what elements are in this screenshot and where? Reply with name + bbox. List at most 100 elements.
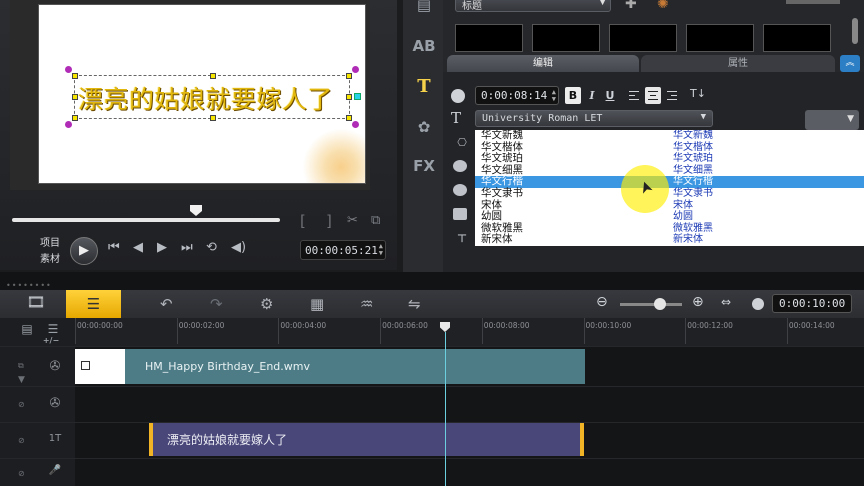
font-list-item[interactable]: 华文隶书 华文隶书 [475,187,864,200]
underline-button[interactable]: U [602,87,618,104]
play-button[interactable]: ▶ [70,237,98,265]
track-manager-icon[interactable]: ⇋ [408,295,421,313]
media-library-icon[interactable]: ▤ [411,0,437,14]
zoom-out-icon[interactable]: ⊖ [596,294,608,310]
italic-button[interactable]: I [584,87,600,104]
add-track-icon[interactable]: +/− [38,336,64,345]
font-list-item[interactable]: 宋体 宋体 [475,199,864,212]
title-preset-thumb[interactable] [532,24,600,52]
graphics-icon[interactable]: ✿ [411,118,437,136]
resize-handle-bl[interactable] [72,115,78,121]
collapse-chevron-icon[interactable]: ︽ [840,55,860,72]
mark-out-button[interactable]: ] [326,212,332,230]
storyboard-view-button[interactable]: 🎞 [16,293,56,315]
library-scrollbar[interactable] [852,18,858,44]
font-list-item[interactable]: 新宋体 新宋体 [475,234,864,246]
duration-field[interactable]: 0:00:08:14 ▲ ▼ [475,86,559,105]
scrubber-thumb[interactable] [190,205,202,216]
track-lock-icon[interactable]: ⊘ [18,469,25,478]
duration-spinner-icon[interactable]: ▲ ▼ [552,89,556,103]
thumbnail-size-slider[interactable] [786,0,840,4]
font-list-item[interactable]: 幼圆 幼圆 [475,211,864,223]
add-icon[interactable]: ✚ [625,0,637,12]
bold-button[interactable]: B [565,87,581,104]
split-clip-icon[interactable]: ✂ [347,213,358,228]
title-clip[interactable]: 漂亮的姑娘就要嫁人了 [149,423,584,456]
go-end-icon[interactable]: ⏭ [181,240,193,255]
mark-in-button[interactable]: [ [300,212,306,230]
track-lock-icon[interactable]: ⊘ [18,400,25,409]
resize-handle-right[interactable] [346,94,352,100]
title-overlay-text[interactable]: 漂亮的姑娘就要嫁人了 [78,80,333,116]
category-dropdown[interactable]: 标题 ▼ [455,0,611,12]
resize-handle-left[interactable] [72,94,78,100]
resize-handle-br[interactable] [346,115,352,121]
record-capture-icon[interactable]: ⚙ [260,295,273,313]
chevron-down-icon[interactable]: ▼ [18,375,25,385]
zoom-slider-track[interactable] [620,303,682,306]
font-list-item[interactable]: 华文楷体 华文楷体 [475,141,864,154]
track-lock-icon[interactable]: ⊘ [18,436,25,445]
rotate-handle-br[interactable] [352,121,359,128]
zoom-in-icon[interactable]: ⊕ [692,294,704,310]
drag-grip[interactable]: •••••••• [6,281,52,290]
audio-wave-icon[interactable]: ♒ [360,295,373,313]
title-bounding-box[interactable]: 漂亮的姑娘就要嫁人了 [65,66,361,128]
filter-icon[interactable]: FX [411,157,437,175]
redo-icon[interactable]: ↷ [210,295,223,313]
align-right-button[interactable] [664,87,680,104]
font-list-item[interactable]: 华文新魏 华文新魏 [475,130,864,142]
font-list-item[interactable]: 华文细黑 华文细黑 [475,164,864,177]
resize-handle-tl[interactable] [72,73,78,79]
tab-attributes[interactable]: 属性 [641,55,835,72]
skew-handle[interactable] [354,93,361,100]
font-size-dropdown[interactable]: ▼ [805,110,859,130]
resize-handle-tr[interactable] [346,73,352,79]
title-preset-thumb[interactable] [609,24,677,52]
font-list-item[interactable]: 微软雅黑 微软雅黑 [475,222,864,235]
font-style-icon[interactable]: ⎔ [449,136,475,149]
transparency-option-icon[interactable] [453,208,467,220]
track-link-icon[interactable]: ⧉ [18,361,24,371]
title-preset-thumb[interactable] [455,24,523,52]
resize-handle-top[interactable] [210,73,216,79]
volume-icon[interactable]: ◀) [231,240,246,255]
zoom-slider-thumb[interactable] [654,298,666,310]
next-frame-icon[interactable]: ▶ [157,240,167,255]
mode-clip-label[interactable]: 素材 [40,252,60,268]
rotate-handle-tl[interactable] [65,66,72,73]
font-list-item[interactable]: 华文琥珀 华文琥珀 [475,153,864,165]
align-left-button[interactable] [626,87,642,104]
repeat-icon[interactable]: ⟲ [206,240,217,255]
title-preset-thumb[interactable] [763,24,831,52]
time-ruler[interactable]: 00:00:00:00 00:00:02:00 00:00:04:00 00:00:0… [75,318,864,346]
tab-edit[interactable]: 编辑 [447,55,639,72]
scrubber-track[interactable] [12,218,280,222]
ripple-list-icon[interactable]: ☰ [40,322,66,336]
playhead-line[interactable] [445,332,446,486]
film-reel-icon[interactable]: ✺ [657,0,669,12]
title-library-icon[interactable]: T [411,76,437,97]
title-preset-thumb[interactable] [686,24,754,52]
play-mode-labels[interactable]: 项目 素材 [40,236,60,268]
transition-icon[interactable]: AB [411,37,437,55]
video-clip[interactable]: HM_Happy Birthday_End.wmv [75,349,585,384]
preview-timecode[interactable]: 00:00:05:21 ▲ ▼ [300,240,386,260]
enlarge-preview-icon[interactable]: ⧉ [371,213,380,228]
panel-divider[interactable] [0,272,864,290]
go-start-icon[interactable]: ⏮ [108,240,120,255]
mode-project-label[interactable]: 项目 [40,236,60,252]
track-manager-icon[interactable]: ▤ [14,322,40,336]
undo-icon[interactable]: ↶ [160,295,173,313]
timecode-spinner-icon[interactable]: ▲ ▼ [379,243,383,257]
prev-frame-icon[interactable]: ◀ [133,240,143,255]
resize-handle-bottom[interactable] [210,115,216,121]
timeline-view-button[interactable]: ☰ [66,290,121,318]
fit-to-window-icon[interactable]: ⇔ [721,295,731,309]
rotate-handle-bl[interactable] [65,121,72,128]
preview-canvas[interactable]: 漂亮的姑娘就要嫁人了 [38,4,366,184]
font-list-item[interactable]: 华文行楷 华文行楷 [475,176,864,188]
shadow-option-icon[interactable] [453,184,467,196]
align-center-button[interactable] [645,87,661,104]
rotate-handle-tr[interactable] [352,66,359,73]
